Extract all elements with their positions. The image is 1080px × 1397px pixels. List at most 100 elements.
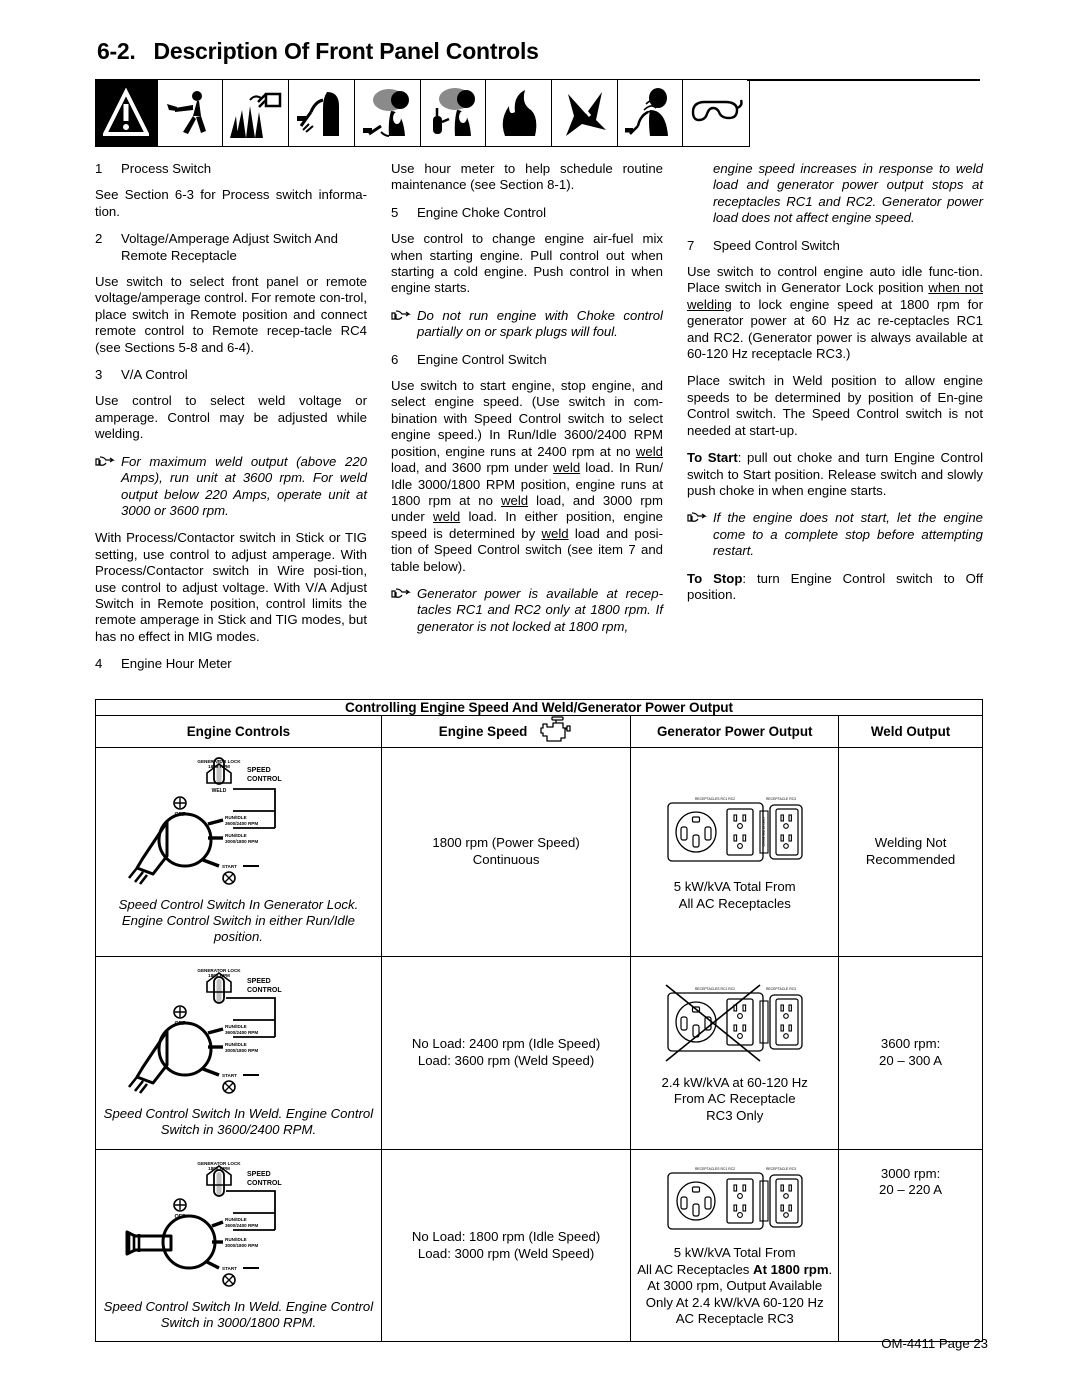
svg-text:CONTROL: CONTROL <box>247 776 282 783</box>
to-start-label: To Start <box>687 450 738 466</box>
generator-power-line: 5 kW/kVA Total From <box>673 879 796 895</box>
weld-output-line: Recommended <box>865 851 956 867</box>
list-item: 3 V/A Control <box>95 367 367 383</box>
note-text: engine speed increases in response to we… <box>713 161 983 226</box>
cell-weld-output: Welding Not Recommended <box>838 746 983 957</box>
cell-engine-controls: GENERATOR LOCK 1800 RPM SPEED CONTROL WEL… <box>95 746 382 957</box>
header-engine-controls: Engine Controls <box>95 714 382 748</box>
note-text: If the engine does not start, let the en… <box>713 510 983 559</box>
fire-hazard-icon <box>486 80 552 146</box>
to-stop-label: To Stop <box>687 570 743 586</box>
svg-text:RECEPTACLE RC3: RECEPTACLE RC3 <box>766 987 796 991</box>
wear-eye-protection-icon <box>683 80 750 146</box>
weld-output-line: 3000 rpm: <box>880 1165 941 1181</box>
item-number: 7 <box>687 237 695 253</box>
pointing-hand-icon <box>687 510 713 559</box>
row-caption: Speed Control Switch In Weld. Engine Con… <box>103 1105 374 1138</box>
paragraph-speed-control: Use switch to control engine auto idle f… <box>687 264 983 362</box>
header-engine-speed-label: Engine Speed <box>438 723 528 739</box>
item-label: Voltage/Amperage Adjust Switch And Remot… <box>121 231 338 263</box>
item-number: 5 <box>391 204 399 220</box>
svg-text:WELD: WELD <box>212 788 227 794</box>
note-text: Do not run engine with Choke control par… <box>417 307 663 340</box>
weld-output-line: 3600 rpm: <box>880 1036 941 1052</box>
engine-speed-line: Continuous <box>472 851 540 867</box>
generator-power-line: At 3000 rpm, Output Available <box>647 1278 823 1294</box>
welding-fumes-icon <box>354 80 421 146</box>
header-weld-output: Weld Output <box>838 714 983 748</box>
pointing-hand-icon <box>95 454 121 520</box>
svg-text:RECEPTACLES RC1 RC2: RECEPTACLES RC1 RC2 <box>695 1167 735 1171</box>
paragraph: See Section 6-3 for Process switch infor… <box>95 187 367 219</box>
text-column-2: Use hour meter to help schedule routine … <box>391 161 687 683</box>
paragraph: Use hour meter to help schedule routine … <box>391 161 663 193</box>
list-item: 7 Speed Control Switch <box>687 238 983 254</box>
diagram-label-run-idle-2: RUN/IDLE <box>225 833 247 838</box>
underlined-weld: weld <box>541 525 569 541</box>
note-text: For maximum weld output (above 220 Amps)… <box>121 453 367 518</box>
item-label: Engine Control Switch <box>417 351 547 367</box>
svg-text:3000/1800 RPM: 3000/1800 RPM <box>225 839 258 844</box>
paragraph-engine-control: Use switch to start engine, stop engine,… <box>391 378 663 574</box>
list-item: 5 Engine Choke Control <box>391 205 663 221</box>
engine-speed-line: No Load: 2400 rpm (Idle Speed) <box>411 1036 601 1052</box>
cell-generator-power: RECEPTACLES RC1 RC2 RECEPTACLE RC3 <box>630 746 840 957</box>
receptacle-panel-diagram-crossed-out: RECEPTACLES RC1 RC2 RECEPTACLE RC3 <box>631 981 838 1067</box>
paragraph: Use switch to select front panel or remo… <box>95 274 367 355</box>
diagram-label-run-idle-1: RUN/IDLE <box>225 815 247 820</box>
item-number: 3 <box>95 367 103 383</box>
cell-weld-output: 3000 rpm: 20 – 220 A <box>838 1148 983 1343</box>
svg-text:RECEPTACLE RC3: RECEPTACLE RC3 <box>766 1167 796 1171</box>
item-label: Engine Choke Control <box>417 204 547 220</box>
safety-icon-strip <box>92 79 988 147</box>
manual-page: 6-2. Description Of Front Panel Controls <box>0 0 1080 1397</box>
underlined-weld: weld <box>500 492 529 508</box>
list-item: 1 Process Switch <box>95 161 367 177</box>
underlined-weld: weld <box>635 443 663 459</box>
generator-power-line: AC Receptacle RC3 <box>675 1311 794 1327</box>
row-caption: Speed Control Switch In Weld. Engine Con… <box>103 1298 374 1330</box>
svg-text:RECEPTACLES RC1 RC2: RECEPTACLES RC1 RC2 <box>695 797 735 801</box>
item-label: Engine Hour Meter <box>121 656 232 672</box>
cell-generator-power: RECEPTACLES RC1 RC2 RECEPTACLE RC3 <box>630 955 840 1150</box>
paragraph: With Process/Contactor switch in Stick o… <box>95 530 367 644</box>
table-row: GENERATOR LOCK 1800 RPM SPEED CONTROL OFF <box>95 1148 983 1343</box>
cell-engine-controls: GENERATOR LOCK 1800 RPM SPEED CONTROL OFF <box>95 1148 382 1343</box>
section-title: Description Of Front Panel Controls <box>153 38 539 64</box>
svg-text:3600/2400 RPM: 3600/2400 RPM <box>225 1223 258 1228</box>
generator-power-line: 5 kW/kVA Total From <box>673 1245 796 1261</box>
svg-text:SPEED: SPEED <box>247 978 271 985</box>
list-item: 6 Engine Control Switch <box>391 352 663 368</box>
list-item: 4 Engine Hour Meter <box>95 656 367 672</box>
header-generator-power-output: Generator Power Output <box>630 714 840 748</box>
note-indent-spacer <box>687 161 713 227</box>
paragraph: Use control to select weld voltage or am… <box>95 393 367 442</box>
section-number: 6-2. <box>97 38 136 64</box>
svg-text:SPEED: SPEED <box>247 1171 271 1178</box>
item-number: 4 <box>95 656 103 672</box>
engine-speed-line: Load: 3600 rpm (Weld Speed) <box>417 1052 595 1068</box>
item-label: Speed Control Switch <box>713 237 840 253</box>
header-engine-speed: Engine Speed <box>380 714 632 748</box>
engine-speed-table: Controlling Engine Speed And Weld/Genera… <box>95 698 983 1343</box>
svg-text:CONTROL: CONTROL <box>247 987 282 994</box>
engine-speed-line: Load: 3000 rpm (Weld Speed) <box>417 1245 595 1261</box>
svg-text:RUN/IDLE: RUN/IDLE <box>225 1024 247 1029</box>
generator-power-line: RC3 Only <box>706 1107 764 1123</box>
row-caption: Speed Control Switch In Generator Lock. … <box>118 896 359 945</box>
page-title: 6-2. Description Of Front Panel Controls <box>97 38 988 65</box>
text-column-1: 1 Process Switch See Section 6-3 for Pro… <box>95 161 391 683</box>
item-label: V/A Control <box>121 367 188 383</box>
control-panel-diagram: GENERATOR LOCK 1800 RPM SPEED CONTROL OFF <box>96 957 381 1106</box>
table-title: Controlling Engine Speed And Weld/Genera… <box>95 698 983 716</box>
page-footer: OM-4411 Page 23 <box>881 1336 988 1351</box>
diagram-label-start: START <box>222 864 237 869</box>
note-block: For maximum weld output (above 220 Amps)… <box>95 454 367 520</box>
paragraph-to-start: To Start: pull out choke and turn Engine… <box>687 450 983 498</box>
pointing-hand-icon <box>391 308 417 341</box>
svg-text:RUN/IDLE: RUN/IDLE <box>225 1217 247 1222</box>
paragraph: Use control to change engine air-fuel mi… <box>391 231 663 296</box>
svg-text:3000/1800 RPM: 3000/1800 RPM <box>225 1048 258 1053</box>
paragraph: Place switch in Weld position to allow e… <box>687 373 983 438</box>
receptacle-panel-diagram: RECEPTACLES RC1 RC2 RECEPTACLE RC3 <box>631 1163 838 1237</box>
